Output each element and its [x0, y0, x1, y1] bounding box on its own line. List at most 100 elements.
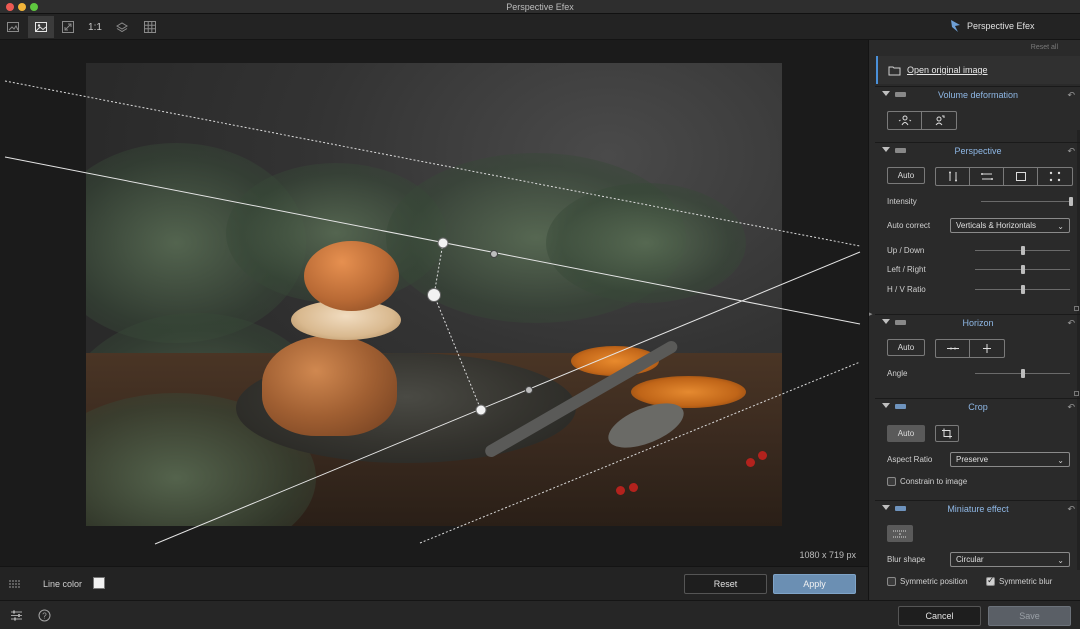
constrain-to-image-checkbox[interactable]	[887, 477, 896, 486]
zoom-100-button[interactable]: 1:1	[82, 16, 108, 38]
verticals-icon	[948, 171, 957, 182]
image-canvas[interactable]: 1080 x 719 px	[0, 40, 868, 566]
guides-toggle-icon[interactable]	[8, 578, 22, 590]
guide-handle	[437, 237, 449, 249]
guides-button[interactable]	[109, 16, 135, 38]
reset-button[interactable]: Reset	[684, 574, 767, 594]
rectangle-button[interactable]	[1004, 168, 1038, 185]
symmetric-blur-label: Symmetric blur	[999, 577, 1053, 586]
auto-correct-select[interactable]: Verticals & Horizontals ⌄	[950, 218, 1070, 233]
line-color-swatch[interactable]	[93, 577, 105, 589]
save-button[interactable]: Save	[988, 606, 1071, 626]
intensity-slider[interactable]	[981, 197, 1073, 206]
settings-panel: ▸ Reset all Open original image Volume d…	[868, 40, 1080, 600]
section-miniature-effect: Miniature effect ↶ Blur shape Circular ⌄…	[875, 500, 1080, 600]
perspective-mode-group	[935, 167, 1073, 186]
section-header[interactable]: Miniature effect ↶	[875, 501, 1080, 517]
up-down-slider[interactable]	[975, 246, 1070, 255]
section-volume-deformation: Volume deformation ↶	[875, 86, 1080, 140]
guide-handle	[427, 288, 441, 302]
horizon-line-button[interactable]	[936, 340, 970, 357]
blur-shape-select[interactable]: Circular ⌄	[950, 552, 1070, 567]
fit-screen-icon	[62, 21, 74, 33]
apply-button[interactable]: Apply	[773, 574, 856, 594]
section-header[interactable]: Horizon ↶	[875, 315, 1080, 331]
angle-slider-thumb[interactable]	[1021, 369, 1025, 378]
section-perspective: Perspective ↶ Auto Intensity Auto correc…	[875, 142, 1080, 312]
chevron-down-icon: ⌄	[1057, 556, 1064, 565]
sliders-icon[interactable]	[10, 609, 23, 622]
section-title: Horizon	[962, 318, 994, 328]
section-horizon: Horizon ↶ Auto Angle	[875, 314, 1080, 398]
cancel-button[interactable]: Cancel	[898, 606, 981, 626]
open-original-image-row[interactable]: Open original image	[876, 56, 1080, 84]
undo-icon[interactable]: ↶	[1067, 402, 1075, 413]
horizontals-button[interactable]	[970, 168, 1004, 185]
intensity-slider-thumb[interactable]	[1069, 197, 1073, 206]
section-resize-icon[interactable]	[1074, 391, 1079, 396]
undo-icon[interactable]: ↶	[1067, 90, 1075, 101]
chevron-down-icon: ⌄	[1057, 456, 1064, 465]
section-header[interactable]: Perspective ↶	[875, 143, 1080, 159]
hv-ratio-slider-thumb[interactable]	[1021, 285, 1025, 294]
grid-icon	[144, 21, 156, 33]
section-title: Crop	[968, 402, 988, 412]
section-title: Volume deformation	[937, 90, 1019, 100]
intensity-label: Intensity	[887, 197, 917, 206]
horizon-auto-button[interactable]: Auto	[887, 339, 925, 356]
crop-auto-button[interactable]: Auto	[887, 425, 925, 442]
chevron-down-icon: ⌄	[1057, 222, 1064, 231]
volume-side-button[interactable]	[922, 112, 956, 129]
help-icon[interactable]: ?	[38, 609, 51, 622]
section-header[interactable]: Crop ↶	[875, 399, 1080, 415]
grid-button[interactable]	[137, 16, 163, 38]
hv-ratio-slider[interactable]	[975, 285, 1070, 294]
volume-center-button[interactable]	[888, 112, 922, 129]
left-right-label: Left / Right	[887, 265, 926, 274]
left-right-slider-thumb[interactable]	[1021, 265, 1025, 274]
horizon-line-icon	[946, 347, 959, 350]
window-title: Perspective Efex	[506, 2, 574, 12]
verticals-button[interactable]	[936, 168, 970, 185]
section-header[interactable]: Volume deformation ↶	[875, 87, 1080, 103]
open-original-image-link[interactable]: Open original image	[907, 65, 988, 75]
up-down-slider-thumb[interactable]	[1021, 246, 1025, 255]
section-title: Miniature effect	[947, 504, 1009, 514]
angle-slider[interactable]	[975, 369, 1070, 378]
section-resize-icon[interactable]	[1074, 306, 1079, 311]
blur-band-icon	[893, 530, 907, 537]
perspective-guides[interactable]	[0, 40, 868, 566]
line-color-label: Line color	[43, 579, 83, 589]
crop-tool-button[interactable]	[935, 425, 959, 442]
layers-icon	[116, 22, 128, 33]
aspect-ratio-select[interactable]: Preserve ⌄	[950, 452, 1070, 467]
undo-icon[interactable]: ↶	[1067, 146, 1075, 157]
undo-icon[interactable]: ↶	[1067, 504, 1075, 515]
up-down-label: Up / Down	[887, 246, 925, 255]
angle-label: Angle	[887, 369, 908, 378]
fit-to-screen-button[interactable]	[55, 16, 81, 38]
symmetric-position-checkbox[interactable]	[887, 577, 896, 586]
auto-correct-label: Auto correct	[887, 221, 931, 230]
blur-shape-label: Blur shape	[887, 555, 926, 564]
image-outline-icon	[7, 22, 19, 32]
undo-icon[interactable]: ↶	[1067, 318, 1075, 329]
symmetric-blur-checkbox[interactable]	[986, 575, 995, 586]
preview-view-button[interactable]	[28, 16, 54, 38]
svg-text:?: ?	[42, 611, 47, 620]
horizon-vertical-button[interactable]	[970, 340, 1004, 357]
reset-all-link[interactable]: Reset all	[1031, 44, 1058, 51]
image-dimensions: 1080 x 719 px	[799, 550, 856, 560]
left-right-slider[interactable]	[975, 265, 1070, 274]
guide-handle	[525, 386, 533, 394]
before-view-button[interactable]	[0, 16, 26, 38]
miniature-mode-button[interactable]	[887, 525, 913, 542]
perspective-auto-button[interactable]: Auto	[887, 167, 925, 184]
canvas-footer: Line color Reset Apply	[0, 566, 868, 600]
person-corner-icon	[935, 115, 945, 126]
brand-logo-icon	[951, 20, 960, 32]
folder-icon	[888, 66, 901, 75]
free-points-button[interactable]	[1038, 168, 1072, 185]
section-crop: Crop ↶ Auto Aspect Ratio Preserve ⌄ Cons…	[875, 398, 1080, 498]
aspect-ratio-value: Preserve	[956, 455, 989, 464]
